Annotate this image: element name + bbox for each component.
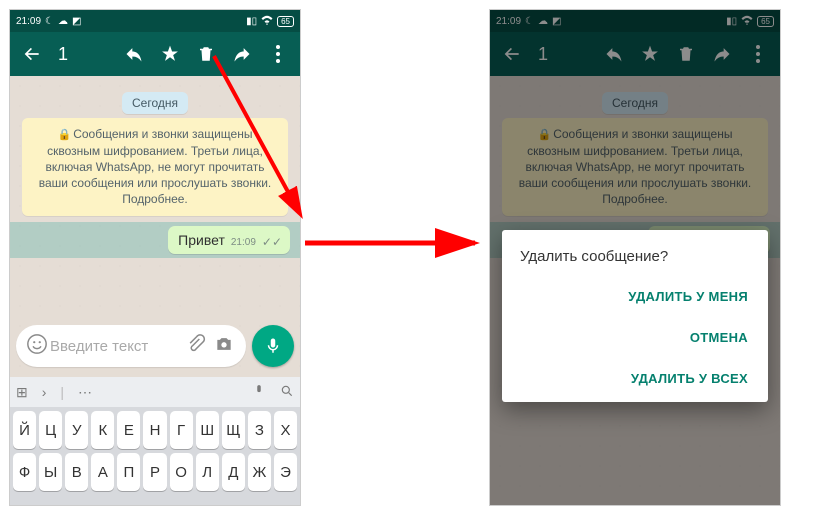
keyboard-key[interactable]: К bbox=[91, 411, 114, 449]
keyboard-key[interactable]: Ж bbox=[248, 453, 271, 491]
keyboard-key[interactable]: П bbox=[117, 453, 140, 491]
selection-toolbar: 1 bbox=[10, 32, 300, 76]
status-bar: 21:09 ☾ ☁ ◩ ▮▯ 65 bbox=[10, 10, 300, 32]
keyboard-key[interactable]: Щ bbox=[222, 411, 245, 449]
date-chip: Сегодня bbox=[10, 94, 300, 112]
delivered-ticks-icon: ✓✓ bbox=[262, 236, 282, 248]
delete-for-me-button[interactable]: УДАЛИТЬ У МЕНЯ bbox=[626, 283, 750, 310]
keyboard-grid-icon[interactable]: ⊞ bbox=[16, 384, 28, 401]
back-button[interactable] bbox=[14, 32, 50, 76]
camera-button[interactable] bbox=[210, 334, 238, 359]
selection-count: 1 bbox=[50, 44, 116, 65]
keyboard-key[interactable]: Л bbox=[196, 453, 219, 491]
cancel-button[interactable]: ОТМЕНА bbox=[688, 324, 750, 351]
keyboard-chevron-icon[interactable]: › bbox=[42, 384, 47, 400]
keyboard-key[interactable]: Ш bbox=[196, 411, 219, 449]
phone-screen-left: 21:09 ☾ ☁ ◩ ▮▯ 65 1 bbox=[9, 9, 301, 506]
keyboard-key[interactable]: Э bbox=[274, 453, 297, 491]
star-button[interactable] bbox=[152, 32, 188, 76]
emoji-button[interactable] bbox=[24, 333, 50, 360]
keyboard-key[interactable]: Р bbox=[143, 453, 166, 491]
keyboard-key[interactable]: Н bbox=[143, 411, 166, 449]
moon-icon: ☾ bbox=[45, 16, 54, 27]
more-button[interactable] bbox=[260, 32, 296, 76]
message-input[interactable]: Введите текст bbox=[50, 338, 182, 355]
keyboard-key[interactable]: З bbox=[248, 411, 271, 449]
phone-screen-right: 21:09 ☾ ☁ ◩ ▮▯ 65 1 Сегодня 🔒Сообщения и… bbox=[489, 9, 781, 506]
mic-button[interactable] bbox=[252, 325, 294, 367]
keyboard-key[interactable]: Е bbox=[117, 411, 140, 449]
arrow-between-screens bbox=[300, 228, 490, 258]
keyboard-row-1: ЙЦУКЕНГШЩЗХ bbox=[10, 407, 300, 449]
app-indicator-icon: ◩ bbox=[72, 16, 81, 27]
message-bubble[interactable]: Привет 21:09 ✓✓ bbox=[168, 226, 290, 254]
message-row-selected[interactable]: Привет 21:09 ✓✓ bbox=[10, 222, 300, 258]
status-time: 21:09 bbox=[16, 16, 41, 27]
message-text: Привет bbox=[178, 232, 225, 248]
cloud-icon: ☁ bbox=[58, 16, 68, 27]
dialog-title: Удалить сообщение? bbox=[520, 248, 750, 265]
lock-icon: 🔒 bbox=[58, 129, 72, 141]
keyboard-mic-icon[interactable] bbox=[252, 384, 266, 401]
delete-button[interactable] bbox=[188, 32, 224, 76]
keyboard[interactable]: ⊞ › | ⋯ ЙЦУКЕНГШЩЗХ ФЫВАПРОЛДЖЭ bbox=[10, 377, 300, 505]
keyboard-key[interactable]: У bbox=[65, 411, 88, 449]
keyboard-row-2: ФЫВАПРОЛДЖЭ bbox=[10, 449, 300, 491]
keyboard-toolbar: ⊞ › | ⋯ bbox=[10, 377, 300, 407]
signal-icon: ▮▯ bbox=[246, 16, 257, 27]
encryption-banner[interactable]: 🔒Сообщения и звонки защищены сквозным ши… bbox=[22, 118, 288, 216]
keyboard-search-icon[interactable] bbox=[280, 384, 294, 401]
keyboard-key[interactable]: Д bbox=[222, 453, 245, 491]
keyboard-key[interactable]: Х bbox=[274, 411, 297, 449]
keyboard-more-icon[interactable]: ⋯ bbox=[78, 384, 92, 401]
keyboard-key[interactable]: О bbox=[170, 453, 193, 491]
forward-button[interactable] bbox=[224, 32, 260, 76]
keyboard-key[interactable]: В bbox=[65, 453, 88, 491]
attach-button[interactable] bbox=[182, 334, 210, 359]
wifi-icon bbox=[261, 15, 273, 28]
delete-for-everyone-button[interactable]: УДАЛИТЬ У ВСЕХ bbox=[629, 365, 750, 392]
delete-dialog: Удалить сообщение? УДАЛИТЬ У МЕНЯ ОТМЕНА… bbox=[502, 230, 768, 402]
message-time: 21:09 bbox=[231, 237, 256, 248]
battery-indicator: 65 bbox=[277, 16, 294, 27]
keyboard-key[interactable]: Ц bbox=[39, 411, 62, 449]
message-input-bar: Введите текст bbox=[10, 319, 300, 373]
keyboard-key[interactable]: Ы bbox=[39, 453, 62, 491]
keyboard-key[interactable]: Ф bbox=[13, 453, 36, 491]
keyboard-key[interactable]: А bbox=[91, 453, 114, 491]
chat-area[interactable]: Сегодня 🔒Сообщения и звонки защищены скв… bbox=[10, 76, 300, 505]
message-input-pill[interactable]: Введите текст bbox=[16, 325, 246, 367]
keyboard-key[interactable]: Й bbox=[13, 411, 36, 449]
reply-button[interactable] bbox=[116, 32, 152, 76]
keyboard-key[interactable]: Г bbox=[170, 411, 193, 449]
